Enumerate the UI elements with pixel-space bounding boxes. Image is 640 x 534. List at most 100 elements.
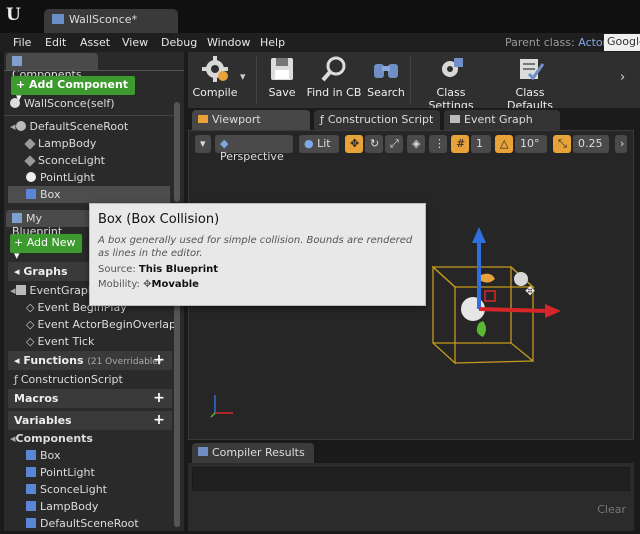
- tooltip-mobility: Mobility: ✥Movable: [98, 279, 417, 290]
- var-item[interactable]: DefaultSceneRoot: [26, 517, 139, 534]
- menu-file[interactable]: File: [13, 36, 31, 49]
- add-function-button[interactable]: +: [152, 353, 166, 367]
- sconce-light-mesh: [481, 273, 495, 283]
- tab-viewport-label: Viewport: [212, 113, 261, 126]
- search-button[interactable]: Search: [366, 54, 406, 106]
- var-item-label: LampBody: [40, 500, 99, 513]
- gizmo-y-handle[interactable]: [476, 321, 486, 337]
- menu-edit[interactable]: Edit: [45, 36, 66, 49]
- macros-section-header[interactable]: Macros +: [8, 389, 172, 408]
- components-var-header[interactable]: ◂Components: [10, 432, 93, 449]
- macros-header-label: Macros: [14, 392, 59, 405]
- move-icon: ✥: [143, 279, 152, 290]
- axis-indicator: [210, 395, 233, 418]
- tree-item-defaultsceneroot[interactable]: ◂ DefaultSceneRoot: [10, 120, 128, 137]
- clear-button[interactable]: Clear: [597, 503, 626, 516]
- function-icon: ƒ: [14, 373, 18, 386]
- gear-icon: [202, 56, 228, 82]
- blueprint-icon: [52, 14, 64, 24]
- tab-construction-script[interactable]: ƒ Construction Script: [314, 110, 440, 130]
- component-icon: [26, 501, 36, 511]
- document-tab-label: WallSconce*: [69, 13, 138, 26]
- add-component-button[interactable]: + Add Component ▾: [11, 76, 135, 104]
- box-icon: [26, 189, 36, 199]
- compiler-output[interactable]: [192, 467, 630, 491]
- editor-tab-bar: Viewport ƒ Construction Script Event Grap…: [188, 108, 640, 130]
- tree-item-eventgraph[interactable]: ◂ EventGraph: [10, 284, 95, 301]
- gizmo-x-arrow[interactable]: [545, 304, 561, 318]
- mesh-icon: [24, 138, 36, 150]
- add-new-button[interactable]: + Add New ▾: [10, 234, 82, 262]
- menu-debug[interactable]: Debug: [161, 36, 197, 49]
- compiler-results-panel: Clear: [188, 463, 634, 531]
- move-cursor-icon: ✥: [525, 284, 535, 298]
- parent-class-value[interactable]: Actor: [578, 36, 607, 49]
- var-item[interactable]: Box: [26, 449, 60, 466]
- tree-item-label: LampBody: [38, 137, 97, 150]
- tooltip-mobility-label: Mobility:: [98, 279, 140, 290]
- menu-bar: File Edit Asset View Debug Window Help P…: [0, 33, 640, 52]
- menu-asset[interactable]: Asset: [80, 36, 110, 49]
- tree-item-lampbody[interactable]: LampBody: [24, 137, 97, 154]
- menu-help[interactable]: Help: [260, 36, 285, 49]
- gizmo-x-axis[interactable]: [478, 307, 550, 313]
- class-defaults-button[interactable]: Class Defaults: [494, 54, 566, 112]
- lightbulb-icon: [26, 467, 36, 477]
- var-item[interactable]: SconceLight: [26, 483, 107, 500]
- tooltip-title: Box (Box Collision): [98, 212, 220, 227]
- blueprint-icon: [12, 213, 22, 223]
- tree-item-event[interactable]: ◇ Event ActorBeginOverlap: [26, 318, 176, 335]
- add-macro-button[interactable]: +: [152, 391, 166, 405]
- var-item[interactable]: LampBody: [26, 500, 98, 517]
- tooltip-source-value: This Blueprint: [138, 264, 219, 275]
- toolbar-overflow-icon[interactable]: ›: [620, 70, 625, 85]
- parent-class-label: Parent class:: [505, 36, 575, 49]
- menu-window[interactable]: Window: [207, 36, 250, 49]
- tab-my-blueprint[interactable]: My Blueprint: [6, 210, 98, 238]
- find-in-cb-button[interactable]: Find in CB: [306, 54, 362, 106]
- tab-components[interactable]: Components: [6, 53, 98, 81]
- tab-compiler-results[interactable]: Compiler Results: [192, 443, 314, 463]
- gizmo-plane-handle[interactable]: [484, 290, 496, 302]
- function-icon: ƒ: [320, 113, 324, 126]
- var-item-label: Box: [40, 449, 61, 462]
- graphs-header-label: Graphs: [23, 265, 68, 278]
- collapse-icon: ◂: [14, 354, 20, 367]
- tab-viewport[interactable]: Viewport: [192, 110, 310, 130]
- components-var-header-label: Components: [15, 432, 93, 445]
- class-defaults-icon: [520, 59, 545, 81]
- tooltip-source: Source: This Blueprint: [98, 264, 417, 275]
- magnifier-icon: [321, 56, 346, 82]
- event-icon: ◇: [26, 335, 35, 348]
- component-icon: [26, 484, 36, 494]
- tree-item-label: PointLight: [40, 171, 95, 184]
- compile-label: Compile: [192, 86, 238, 99]
- collapse-icon: ◂: [10, 120, 16, 133]
- menu-view[interactable]: View: [122, 36, 148, 49]
- functions-count: (21 Overridable): [87, 357, 162, 367]
- graph-icon: [15, 285, 26, 295]
- compile-button[interactable]: Compile: [192, 54, 238, 106]
- add-variable-button[interactable]: +: [152, 413, 166, 427]
- separator: [410, 56, 411, 104]
- tab-event-graph[interactable]: Event Graph: [444, 110, 560, 130]
- tree-item-box[interactable]: Box: [8, 186, 170, 203]
- functions-header-label: Functions: [23, 354, 84, 367]
- tree-item-event[interactable]: ◇ Event Tick: [26, 335, 94, 352]
- gizmo-z-arrow[interactable]: [472, 227, 486, 243]
- tree-item-constructionscript[interactable]: ƒ ConstructionScript: [14, 373, 123, 390]
- class-settings-button[interactable]: Class Settings: [416, 54, 486, 112]
- document-tab[interactable]: WallSconce*: [44, 9, 178, 33]
- var-item[interactable]: PointLight: [26, 466, 95, 483]
- components-scrollbar[interactable]: [174, 102, 180, 202]
- tree-item-sconcelight[interactable]: SconceLight: [24, 154, 105, 171]
- functions-section-header[interactable]: ◂ Functions (21 Overridable) +: [8, 351, 172, 370]
- search-field[interactable]: Google: [604, 34, 640, 51]
- compile-options-dropdown[interactable]: ▾: [240, 70, 246, 83]
- tree-item-label: DefaultSceneRoot: [29, 120, 129, 133]
- parent-class-info: Parent class: Actor: [505, 36, 607, 49]
- save-button[interactable]: Save: [262, 54, 302, 106]
- tree-item-self[interactable]: WallSconce(self): [10, 97, 115, 114]
- variables-section-header[interactable]: Variables +: [8, 411, 172, 430]
- divider: [4, 115, 174, 116]
